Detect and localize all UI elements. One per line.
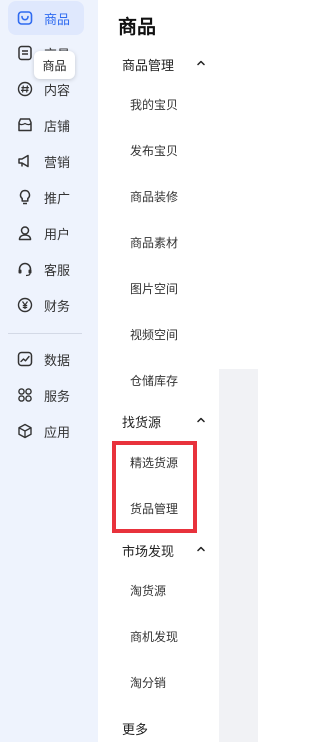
rail-item-label: 店铺 — [44, 119, 71, 135]
menu-more[interactable]: 更多 — [98, 714, 219, 742]
rail-item-label: 推广 — [44, 191, 71, 207]
rail-item-label: 客服 — [44, 263, 71, 279]
menu-item-publish-item[interactable]: 发布宝贝 — [98, 136, 219, 164]
group-label: 找货源 — [122, 415, 162, 431]
primary-nav-rail: 商品 交易 内容 店铺 营销 推广 用户 — [0, 0, 98, 742]
chart-line-icon — [16, 350, 34, 368]
rail-item-service[interactable]: 客服 — [8, 252, 84, 286]
rail-divider — [8, 333, 82, 334]
group-header-product-management[interactable]: 商品管理 — [98, 50, 219, 78]
group-header-find-sources[interactable]: 找货源 — [98, 407, 219, 435]
menu-item-item-decoration[interactable]: 商品装修 — [98, 182, 219, 210]
rail-item-label: 数据 — [44, 353, 71, 369]
rail-item-label: 内容 — [44, 83, 71, 99]
rail-item-users[interactable]: 用户 — [8, 216, 84, 250]
rail-item-label: 营销 — [44, 155, 71, 171]
menu-item-image-space[interactable]: 图片空间 — [98, 274, 219, 302]
rail-item-promotion[interactable]: 推广 — [8, 180, 84, 214]
order-doc-icon — [16, 44, 34, 62]
rail-item-product[interactable]: 商品 — [8, 1, 84, 35]
rail-item-label: 应用 — [44, 425, 71, 441]
rail-item-store[interactable]: 店铺 — [8, 108, 84, 142]
rail-item-marketing[interactable]: 营销 — [8, 144, 84, 178]
rail-item-label: 用户 — [44, 227, 71, 243]
menu-item-inventory[interactable]: 仓储库存 — [98, 366, 219, 394]
rail-item-finance[interactable]: 财务 — [8, 288, 84, 322]
hashtag-icon — [16, 80, 34, 98]
secondary-menu-panel: 商品 商品管理 我的宝贝 发布宝贝 商品装修 商品素材 图片空间 视频空间 仓储… — [98, 0, 219, 742]
panel-title: 商品 — [118, 16, 157, 38]
megaphone-icon — [16, 152, 34, 170]
rail-item-label: 财务 — [44, 299, 71, 315]
rail-item-data[interactable]: 数据 — [8, 342, 84, 376]
rail-item-label: 商品 — [44, 12, 71, 28]
menu-item-tao-sources[interactable]: 淘货源 — [98, 576, 219, 604]
menu-item-goods-management[interactable]: 货品管理 — [98, 494, 219, 522]
yuan-icon — [16, 296, 34, 314]
group-header-market-discovery[interactable]: 市场发现 — [98, 536, 219, 564]
chevron-up-icon — [197, 417, 205, 423]
store-icon — [16, 116, 34, 134]
menu-item-video-space[interactable]: 视频空间 — [98, 320, 219, 348]
menu-item-item-materials[interactable]: 商品素材 — [98, 228, 219, 256]
grid-dots-icon — [16, 386, 34, 404]
menu-item-opportunity-discovery[interactable]: 商机发现 — [98, 622, 219, 650]
headset-icon — [16, 260, 34, 278]
rail-item-label: 服务 — [44, 389, 71, 405]
cube-icon — [16, 422, 34, 440]
rail-tooltip: 商品 — [34, 51, 75, 79]
rail-item-apps[interactable]: 应用 — [8, 414, 84, 448]
menu-item-selected-sources[interactable]: 精选货源 — [98, 448, 219, 476]
chevron-up-icon — [197, 60, 205, 66]
chevron-up-icon — [197, 546, 205, 552]
menu-item-my-items[interactable]: 我的宝贝 — [98, 90, 219, 118]
user-icon — [16, 224, 34, 242]
rail-item-services[interactable]: 服务 — [8, 378, 84, 412]
bulb-icon — [16, 188, 34, 206]
menu-item-tao-distribution[interactable]: 淘分销 — [98, 668, 219, 696]
product-bag-icon — [16, 9, 34, 27]
group-label: 商品管理 — [122, 58, 175, 74]
content-area-background — [219, 369, 258, 742]
group-label: 市场发现 — [122, 544, 175, 560]
